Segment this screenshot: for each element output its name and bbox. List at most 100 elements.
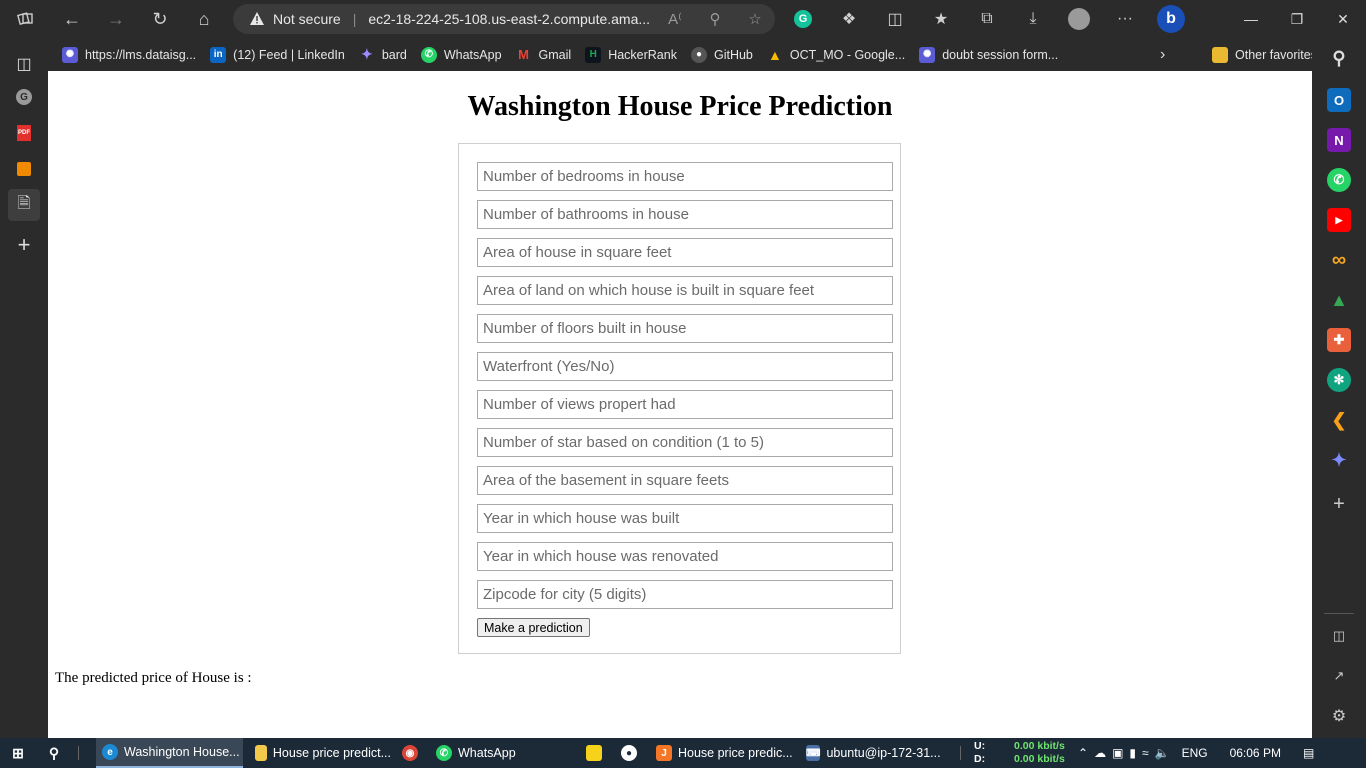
onenote-icon[interactable]: N <box>1327 128 1351 152</box>
favorites-bar: ✺ https://lms.dataisg... in (12) Feed | Li… <box>48 38 1317 71</box>
more-menu-icon[interactable]: ··· <box>1102 0 1148 38</box>
clock[interactable]: 06:06 PM <box>1230 746 1281 760</box>
taskbar-item[interactable]: House price predict... <box>249 738 391 768</box>
window-controls: — ❐ ✕ <box>1228 0 1366 38</box>
chevron-right-icon[interactable]: › <box>1160 46 1165 64</box>
add-icon[interactable]: + <box>1327 492 1351 516</box>
google-drive-icon[interactable]: ▲ <box>1327 288 1351 312</box>
minimize-icon[interactable]: — <box>1228 0 1274 38</box>
favorite-label: OCT_MO - Google... <box>789 47 906 62</box>
back-icon[interactable]: ← <box>50 0 94 38</box>
taskbar-chrome[interactable]: ◉ <box>396 738 424 768</box>
collections-icon[interactable]: ⧉ <box>964 0 1010 38</box>
new-tab-icon[interactable]: + <box>8 229 40 261</box>
battery-icon[interactable]: ▮ <box>1129 746 1136 760</box>
search-button[interactable]: ⚲ <box>40 738 68 768</box>
workspaces-icon[interactable] <box>4 0 48 38</box>
favorite-item[interactable]: ✺ doubt session form... <box>919 46 1058 63</box>
split-screen-icon[interactable]: ◫ <box>872 0 918 38</box>
favorites-icon[interactable]: ★ <box>918 0 964 38</box>
other-favorites-folder[interactable]: Other favorites <box>1212 46 1317 63</box>
year-built-input[interactable] <box>477 504 893 533</box>
bedrooms-input[interactable] <box>477 162 893 191</box>
forward-icon[interactable]: → <box>94 0 138 38</box>
floors-input[interactable] <box>477 314 893 343</box>
sparkle-icon[interactable]: ✦ <box>1327 448 1351 472</box>
close-icon[interactable]: ✕ <box>1320 0 1366 38</box>
start-button[interactable]: ⊞ <box>4 738 32 768</box>
zipcode-input[interactable] <box>477 580 893 609</box>
prediction-result: The predicted price of House is : <box>55 670 252 686</box>
chatgpt-icon[interactable]: ✻ <box>1327 368 1351 392</box>
favorite-item[interactable]: ● GitHub <box>690 46 753 63</box>
network-speed-meter: U: 0.00 kbit/s D: 0.00 kbit/s <box>974 740 1065 766</box>
download-speed: 0.00 kbit/s <box>1014 753 1065 765</box>
make-prediction-button[interactable]: Make a prediction <box>477 618 590 637</box>
favorite-item[interactable]: H HackerRank <box>585 46 677 63</box>
download-label: D: <box>974 753 986 765</box>
cloud-offline-icon[interactable]: ☁ <box>1094 746 1106 760</box>
favorite-item[interactable]: in (12) Feed | LinkedIn <box>210 46 345 63</box>
grammarly-icon[interactable]: G <box>780 0 826 38</box>
url-text[interactable]: ec2-18-224-25-108.us-east-2.compute.ama.… <box>368 11 655 27</box>
youtube-icon[interactable]: ▶ <box>1327 208 1351 232</box>
chrome-icon: ◉ <box>402 745 418 761</box>
language-indicator[interactable]: ENG <box>1182 746 1208 760</box>
browser-toolbar: ← → ↻ ⌂ Not secure | ec2-18-224-25-108.u… <box>0 0 1366 38</box>
favorite-star-icon[interactable]: ☆ <box>735 10 775 28</box>
device-icon[interactable]: ▣ <box>1112 746 1123 760</box>
tab-google-icon[interactable]: G <box>8 81 40 113</box>
taskbar-app[interactable] <box>580 738 608 768</box>
chevron-up-icon[interactable]: ⌃ <box>1078 746 1088 760</box>
waterfront-input[interactable] <box>477 352 893 381</box>
year-renovated-input[interactable] <box>477 542 893 571</box>
extensions-icon[interactable]: ❖ <box>826 0 872 38</box>
views-input[interactable] <box>477 390 893 419</box>
tab-actions-icon[interactable]: ◫ <box>8 48 40 80</box>
outlook-icon[interactable]: O <box>1327 88 1351 112</box>
favorite-item[interactable]: M Gmail <box>516 47 571 63</box>
tab-document-icon[interactable]: 🗎 <box>8 189 40 221</box>
wifi-icon[interactable]: ≈ <box>1142 746 1149 760</box>
taskbar-item[interactable]: J House price predic... <box>650 738 795 768</box>
tab-app-icon[interactable] <box>8 153 40 185</box>
lot-area-input[interactable] <box>477 276 893 305</box>
bing-copilot-icon[interactable]: b <box>1148 0 1194 38</box>
profile-avatar-icon[interactable] <box>1056 0 1102 38</box>
home-icon[interactable]: ⌂ <box>182 0 226 38</box>
taskbar-item[interactable]: e Washington House... <box>96 738 243 768</box>
taskbar-item[interactable]: ✆ WhatsApp <box>430 738 530 768</box>
favorite-item[interactable]: ✺ https://lms.dataisg... <box>62 46 196 63</box>
bathrooms-input[interactable] <box>477 200 893 229</box>
whatsapp-icon[interactable]: ✆ <box>1327 168 1351 192</box>
refresh-icon[interactable]: ↻ <box>138 0 182 38</box>
read-aloud-icon[interactable]: A⁽ <box>655 10 695 28</box>
favorite-item[interactable]: ▲ OCT_MO - Google... <box>767 47 905 63</box>
settings-gear-icon[interactable]: ⚙ <box>1327 704 1351 728</box>
restore-icon[interactable]: ❐ <box>1274 0 1320 38</box>
gmail-icon: M <box>518 47 529 62</box>
favorite-item[interactable]: ✦ bard <box>359 46 407 63</box>
sidebar-toggle-icon[interactable]: ◫ <box>1327 624 1351 648</box>
linkedin-icon: in <box>210 46 227 63</box>
leetcode-icon[interactable]: ❮ <box>1327 408 1351 432</box>
tab-pdf-icon[interactable]: PDF <box>8 117 40 149</box>
living-area-input[interactable] <box>477 238 893 267</box>
condition-input[interactable] <box>477 428 893 457</box>
infinity-icon[interactable]: ∞ <box>1327 248 1351 272</box>
open-external-icon[interactable]: ↗ <box>1327 664 1351 688</box>
zoom-icon[interactable]: ⚲ <box>695 10 735 28</box>
volume-icon[interactable]: 🔈 <box>1155 746 1170 760</box>
taskbar-item[interactable]: ⌨ ubuntu@ip-172-31... <box>800 738 941 768</box>
apps-grid-icon[interactable]: ✚ <box>1327 328 1351 352</box>
address-bar[interactable]: Not secure | ec2-18-224-25-108.us-east-2… <box>233 4 775 34</box>
notifications-icon[interactable]: ▤ <box>1303 746 1314 760</box>
taskbar-app[interactable]: ● <box>615 738 643 768</box>
downloads-icon[interactable]: ⤓ <box>1010 0 1056 38</box>
upload-speed: 0.00 kbit/s <box>1014 740 1065 752</box>
search-icon[interactable]: ⚲ <box>1327 46 1351 70</box>
basement-area-input[interactable] <box>477 466 893 495</box>
security-label[interactable]: Not secure <box>273 11 341 27</box>
sticky-notes-icon <box>586 745 602 761</box>
favorite-item[interactable]: ✆ WhatsApp <box>420 46 502 63</box>
